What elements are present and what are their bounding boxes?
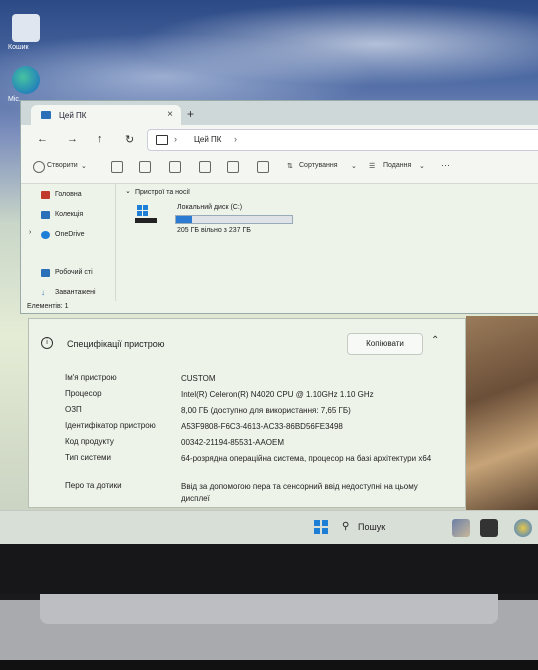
- spec-label: Тип системи: [65, 453, 112, 462]
- taskbar: ⚲ Пошук: [0, 510, 538, 545]
- drive-name: Локальний диск (C:): [177, 204, 243, 211]
- nav-item-label: OneDrive: [55, 231, 85, 238]
- chevron-down-icon: ⌄: [351, 163, 357, 170]
- task-view-icon[interactable]: [480, 519, 498, 537]
- navigation-bar: ← → ↑ ↻ › Цей ПК ›: [21, 125, 538, 154]
- up-button[interactable]: ↑: [97, 133, 103, 145]
- spec-value: Ввід за допомогою пера та сенсорний ввід…: [181, 482, 418, 503]
- command-bar: Створити ⌄ ⇅ Сортування ⌄ ☰ Подання ⌄ ··…: [21, 153, 538, 184]
- rename-icon[interactable]: [199, 161, 211, 173]
- delete-icon[interactable]: [257, 161, 269, 173]
- copilot-icon[interactable]: [514, 519, 532, 537]
- chevron-down-icon: ⌄: [81, 163, 87, 170]
- item-count: Елементів: 1: [27, 303, 69, 310]
- pc-icon: [156, 135, 168, 145]
- wallpaper-rock: [466, 316, 538, 510]
- refresh-button[interactable]: ↻: [125, 133, 134, 146]
- tab-label: Цей ПК: [59, 111, 87, 120]
- nav-item-label: Колекція: [55, 211, 84, 218]
- cloud-icon: [41, 231, 50, 239]
- chevron-down-icon: ⌄: [419, 163, 425, 170]
- laptop-hinge: [40, 594, 498, 624]
- spec-label: Ідентифікатор пристрою: [65, 421, 156, 430]
- spec-label: Процесор: [65, 389, 102, 398]
- wallpaper: [0, 0, 538, 110]
- section-title: Пристрої та носії: [135, 189, 190, 196]
- taskbar-search[interactable]: ⚲ Пошук: [338, 519, 434, 537]
- specs-title: Специфікації пристрою: [67, 339, 165, 349]
- spec-label: Код продукту: [65, 437, 114, 446]
- spec-value: A53F9808-F6C3-4613-AC33-86BD56FE3498: [181, 422, 343, 431]
- nav-item-label: Завантажені: [55, 289, 96, 296]
- desktop-icon: [41, 269, 50, 277]
- chevron-right-icon: ›: [234, 134, 237, 144]
- keyboard-row: [0, 660, 538, 670]
- download-icon: ↓: [41, 288, 45, 297]
- device-specifications-panel: i Специфікації пристрою Копіювати ⌃ Ім'я…: [28, 318, 466, 508]
- navigation-pane: Головна Колекція › OneDrive Робочий сті …: [21, 183, 116, 301]
- gallery-icon: [41, 211, 50, 219]
- drive-usage-bar: [175, 215, 293, 224]
- copy-button[interactable]: Копіювати: [347, 333, 423, 355]
- cut-icon[interactable]: [111, 161, 123, 173]
- copy-icon[interactable]: [139, 161, 151, 173]
- chevron-right-icon: ›: [174, 134, 177, 144]
- file-explorer-window: Цей ПК × + ← → ↑ ↻ › Цей ПК › Створити ⌄: [20, 100, 538, 314]
- chevron-down-icon[interactable]: ⌄: [125, 187, 131, 195]
- drive-usage-fill: [176, 216, 192, 223]
- address-bar[interactable]: › Цей ПК ›: [147, 129, 538, 151]
- spec-label: ОЗП: [65, 405, 82, 414]
- chevron-up-icon[interactable]: ⌃: [431, 335, 439, 346]
- edge-icon[interactable]: [12, 66, 40, 94]
- search-icon: ⚲: [342, 521, 350, 532]
- nav-item-label: Головна: [55, 191, 82, 198]
- tab-this-pc[interactable]: Цей ПК ×: [31, 105, 181, 125]
- paste-icon[interactable]: [169, 161, 181, 173]
- drive-free-space: 205 ГБ вільно з 237 ГБ: [177, 227, 251, 234]
- spec-label: Перо та дотики: [65, 481, 122, 490]
- spec-value: 64-розрядна операційна система, процесор…: [181, 454, 432, 463]
- status-bar: Елементів: 1: [21, 301, 538, 313]
- sort-icon: ⇅: [287, 163, 293, 170]
- search-label: Пошук: [358, 522, 386, 532]
- forward-button[interactable]: →: [67, 133, 78, 145]
- recycle-bin-icon[interactable]: [12, 14, 40, 42]
- content-pane: ⌄ Пристрої та носії Локальний диск (C:) …: [121, 183, 538, 301]
- share-icon[interactable]: [227, 161, 239, 173]
- nav-item-label: Робочий сті: [55, 269, 93, 276]
- home-icon: [41, 191, 50, 199]
- pc-icon: [41, 111, 51, 119]
- start-icon[interactable]: [314, 520, 328, 534]
- spec-value: CUSTOM: [181, 374, 216, 383]
- add-icon: [33, 161, 45, 173]
- drive-c-tile[interactable]: Локальний диск (C:) 205 ГБ вільно з 237 …: [131, 203, 301, 237]
- spec-label: Ім'я пристрою: [65, 373, 117, 382]
- close-tab-icon[interactable]: ×: [167, 109, 173, 120]
- widgets-icon[interactable]: [452, 519, 470, 537]
- recycle-bin-label: Кошик: [8, 44, 29, 51]
- view-icon: ☰: [369, 163, 376, 170]
- breadcrumb-this-pc[interactable]: Цей ПК: [194, 135, 221, 144]
- spec-value: 8,00 ГБ (доступно для використання: 7,65…: [181, 406, 351, 415]
- tab-bar: Цей ПК × +: [21, 101, 538, 125]
- new-tab-button[interactable]: +: [187, 107, 194, 121]
- drive-icon: [135, 205, 157, 223]
- screen: Кошик Mic... Цей ПК × + ← → ↑ ↻ › Цей ПК…: [0, 0, 538, 560]
- more-options-button[interactable]: ···: [441, 160, 450, 170]
- spec-value: Intel(R) Celeron(R) N4020 CPU @ 1.10GHz …: [181, 390, 374, 399]
- sort-button[interactable]: Сортування: [299, 162, 338, 169]
- create-button[interactable]: Створити: [47, 162, 78, 169]
- back-button[interactable]: ←: [37, 133, 48, 145]
- view-button[interactable]: Подання: [383, 162, 411, 169]
- laptop-bezel: [0, 544, 538, 594]
- info-icon: i: [41, 337, 53, 349]
- chevron-right-icon[interactable]: ›: [29, 229, 31, 236]
- spec-value: 00342-21194-85531-AAOEM: [181, 438, 285, 447]
